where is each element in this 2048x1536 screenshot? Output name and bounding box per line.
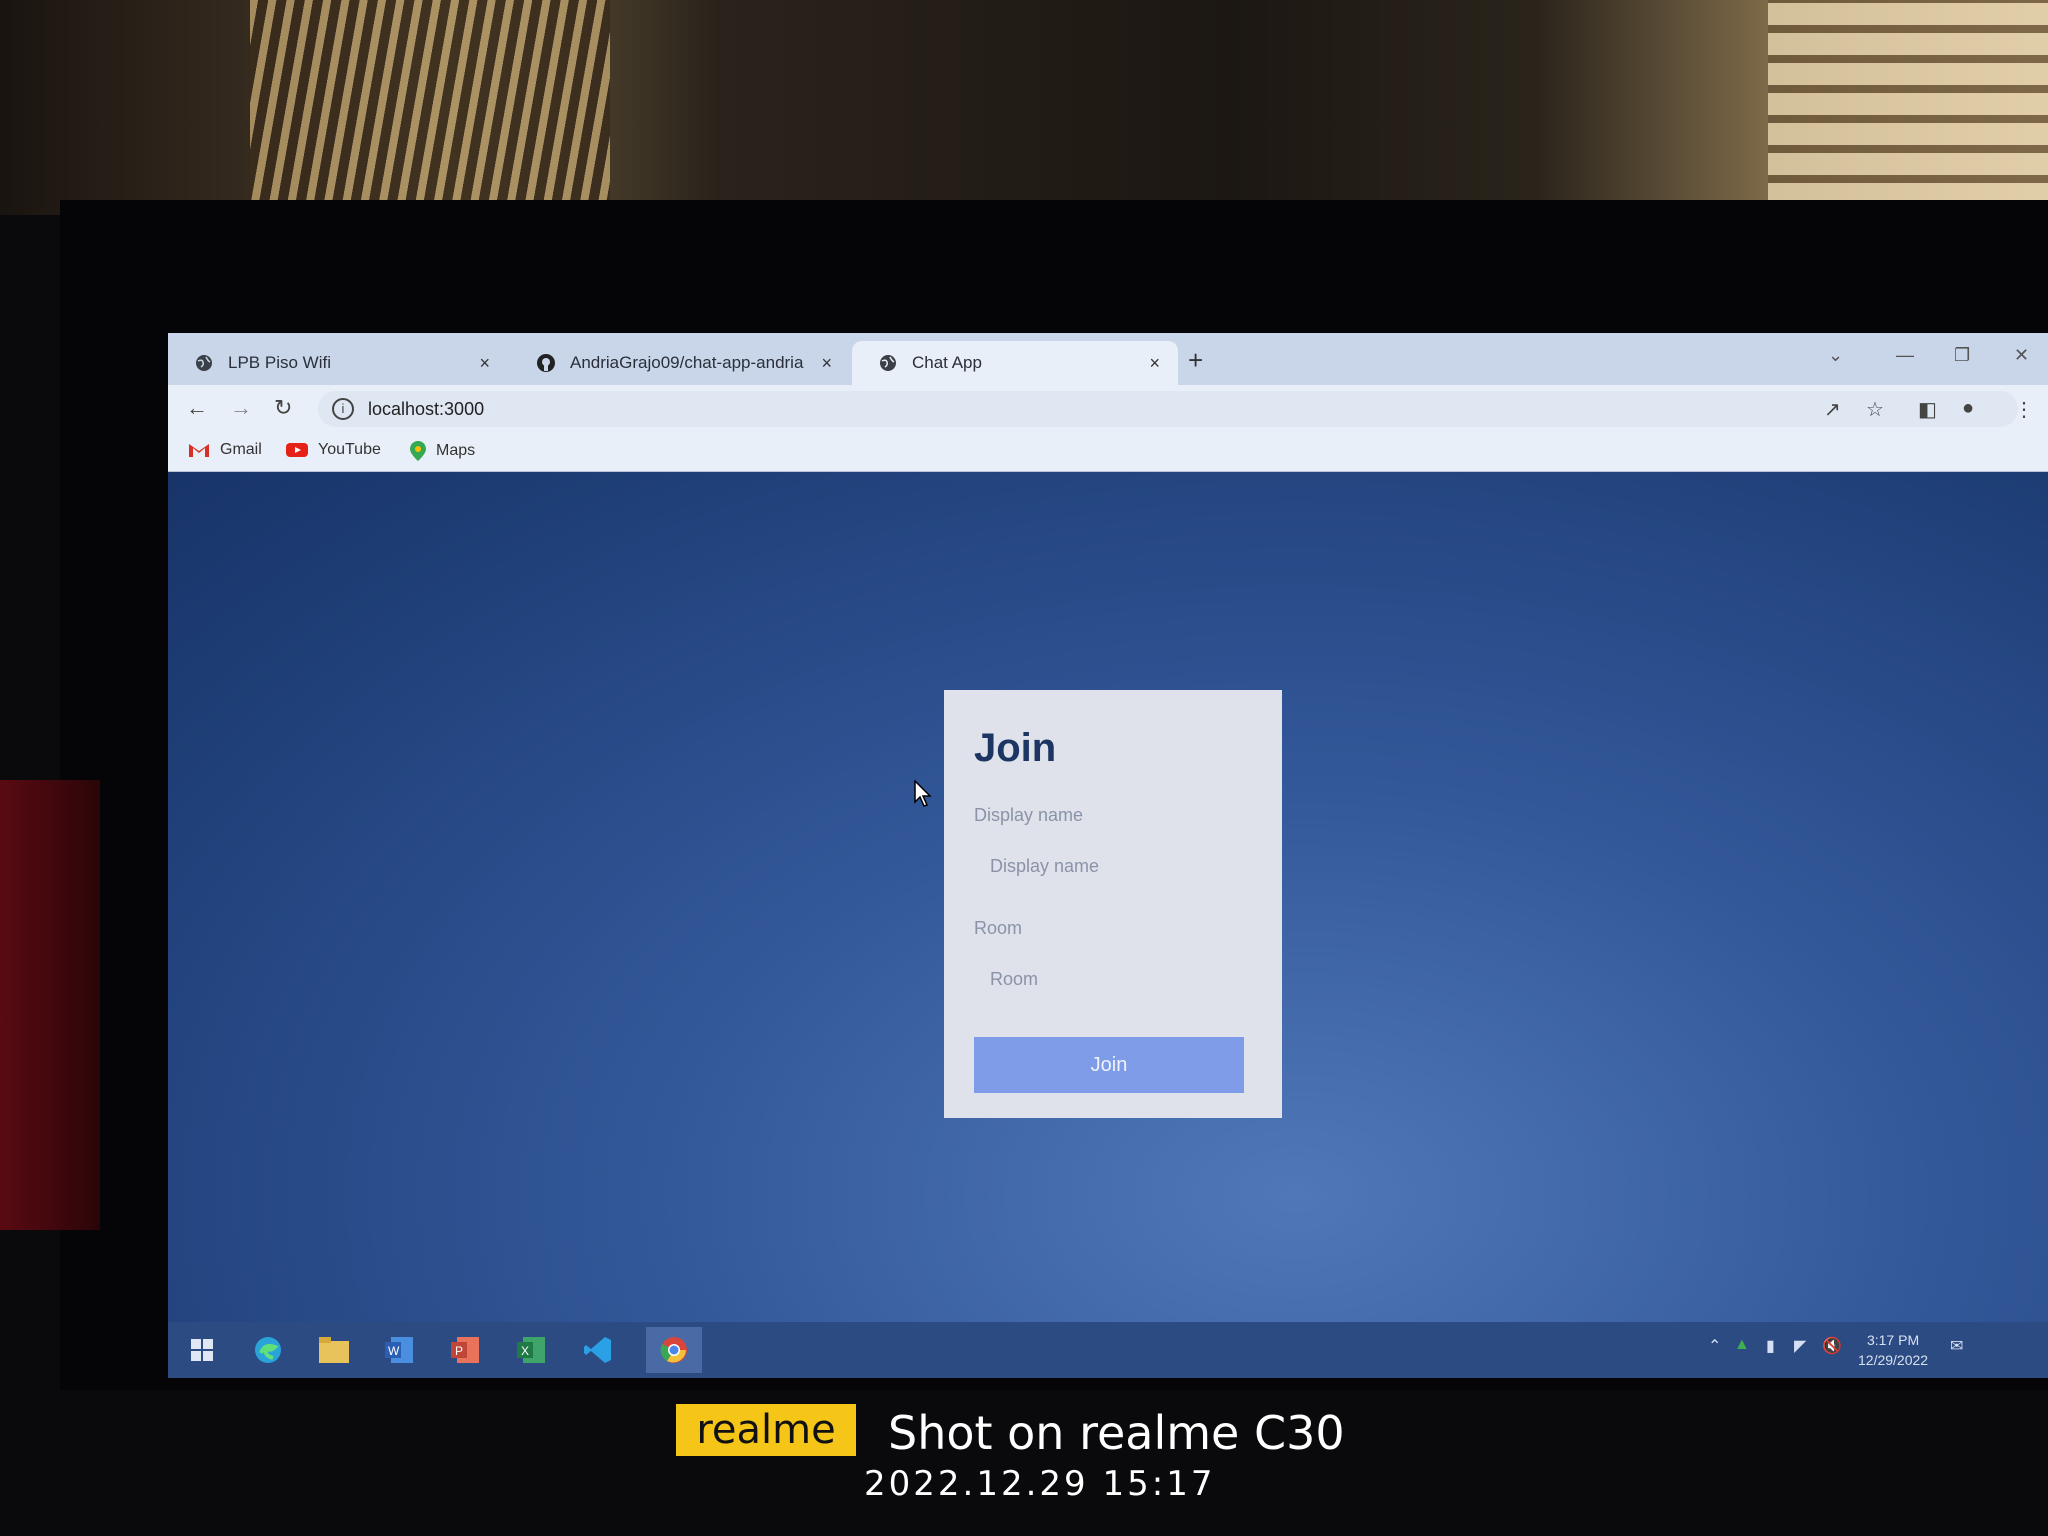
minimize-icon[interactable]: — [1896, 345, 1914, 366]
realme-logo: realme [676, 1404, 856, 1456]
wifi-icon[interactable]: ◤ [1794, 1336, 1806, 1356]
system-clock[interactable]: 3:17 PM 12/29/2022 [1858, 1330, 1928, 1370]
side-panel-icon[interactable]: ◧ [1918, 397, 1937, 422]
bamboo-wall [250, 0, 610, 200]
globe-icon [194, 353, 214, 373]
bookmark-label: YouTube [318, 441, 381, 458]
tab-label: AndriaGrajo09/chat-app-andria [570, 353, 804, 372]
forward-arrow-icon[interactable]: → [230, 395, 252, 421]
reload-icon[interactable]: ↻ [274, 395, 292, 421]
bookmark-label: Maps [436, 442, 476, 459]
star-icon[interactable]: ☆ [1866, 397, 1884, 422]
mouse-cursor-icon [914, 780, 932, 807]
room-label: Room [974, 918, 1023, 938]
battery-icon[interactable]: ▮ [1766, 1336, 1775, 1356]
room-input[interactable] [974, 957, 1244, 1001]
background-room [0, 0, 2048, 215]
clock-date: 12/29/2022 [1858, 1352, 1929, 1368]
chevron-up-icon[interactable]: ⌃ [1708, 1336, 1721, 1356]
tab-label: Chat App [912, 353, 982, 372]
edge-icon[interactable] [250, 1332, 286, 1368]
join-title: Join [974, 726, 1057, 770]
close-icon[interactable]: × [1149, 353, 1160, 374]
file-explorer-icon[interactable] [316, 1332, 352, 1368]
excel-icon[interactable]: X [514, 1332, 550, 1368]
tab-label: LPB Piso Wifi [228, 353, 331, 372]
page-content: Join Display name Room Join [168, 472, 2048, 1322]
new-tab-button[interactable]: + [1188, 345, 1203, 376]
bookmark-gmail[interactable]: Gmail [188, 441, 262, 459]
shot-on-text: Shot on realme C30 [888, 1406, 1345, 1460]
svg-text:P: P [455, 1344, 463, 1358]
window-shelf [1768, 0, 2048, 205]
join-card: Join Display name Room Join [944, 690, 1282, 1118]
chevron-down-icon[interactable]: ⌄ [1828, 345, 1843, 366]
tab-github[interactable]: AndriaGrajo09/chat-app-andria × [510, 341, 850, 385]
red-fabric [0, 780, 100, 1230]
tab-chat-app[interactable]: Chat App × [852, 341, 1178, 385]
camera-watermark: realme Shot on realme C30 2022.12.29 15:… [676, 1404, 1376, 1534]
display-name-input[interactable] [974, 844, 1244, 888]
profile-avatar-icon[interactable]: ● [1962, 397, 1974, 420]
menu-kebab-icon[interactable]: ⋮ [2014, 397, 2034, 422]
gmail-icon [188, 442, 210, 458]
tab-bar: LPB Piso Wifi × AndriaGrajo09/chat-app-a… [168, 333, 2048, 385]
join-button[interactable]: Join [974, 1037, 1244, 1093]
notification-icon[interactable]: ✉ [1950, 1336, 1963, 1356]
speaker-muted-icon[interactable]: 🔇 [1822, 1336, 1842, 1356]
maps-icon [410, 441, 426, 461]
taskbar: W P X ⌃ ▲ ▮ ◤ 🔇 3:17 PM 12/29/2022 ✉ [168, 1322, 2048, 1378]
windows-start-icon[interactable] [184, 1332, 220, 1368]
back-arrow-icon[interactable]: ← [186, 395, 208, 421]
close-icon[interactable]: × [479, 353, 490, 374]
restore-icon[interactable]: ❐ [1954, 345, 1970, 366]
globe-icon [878, 353, 898, 373]
bookmark-youtube[interactable]: YouTube [286, 441, 381, 459]
bookmark-label: Gmail [220, 441, 262, 458]
bookmarks-bar: Gmail YouTube Maps [168, 433, 2048, 472]
powerpoint-icon[interactable]: P [448, 1332, 484, 1368]
laptop-screen: LPB Piso Wifi × AndriaGrajo09/chat-app-a… [168, 333, 2048, 1378]
photo-timestamp: 2022.12.29 15:17 [864, 1464, 1216, 1504]
youtube-icon [286, 442, 308, 458]
clock-time: 3:17 PM [1866, 1332, 1920, 1348]
vscode-icon[interactable] [580, 1332, 616, 1368]
svg-text:W: W [388, 1344, 400, 1358]
bookmark-maps[interactable]: Maps [410, 441, 475, 461]
info-icon[interactable]: i [332, 398, 354, 420]
github-icon [536, 353, 556, 373]
window-close-icon[interactable]: ✕ [2014, 345, 2029, 366]
share-icon[interactable]: ↗ [1824, 397, 1841, 422]
close-icon[interactable]: × [821, 353, 832, 374]
toolbar: ← → ↻ i localhost:3000 ↗ ☆ ◧ ● ⋮ [168, 385, 2048, 433]
chrome-icon[interactable] [646, 1327, 702, 1373]
svg-text:X: X [521, 1344, 529, 1358]
word-icon[interactable]: W [382, 1332, 418, 1368]
display-name-label: Display name [974, 805, 1084, 825]
tab-lpb-piso-wifi[interactable]: LPB Piso Wifi × [168, 341, 508, 385]
url-text: localhost:3000 [368, 398, 485, 419]
drive-icon[interactable]: ▲ [1734, 1336, 1750, 1354]
address-bar[interactable]: i localhost:3000 [318, 391, 2018, 427]
